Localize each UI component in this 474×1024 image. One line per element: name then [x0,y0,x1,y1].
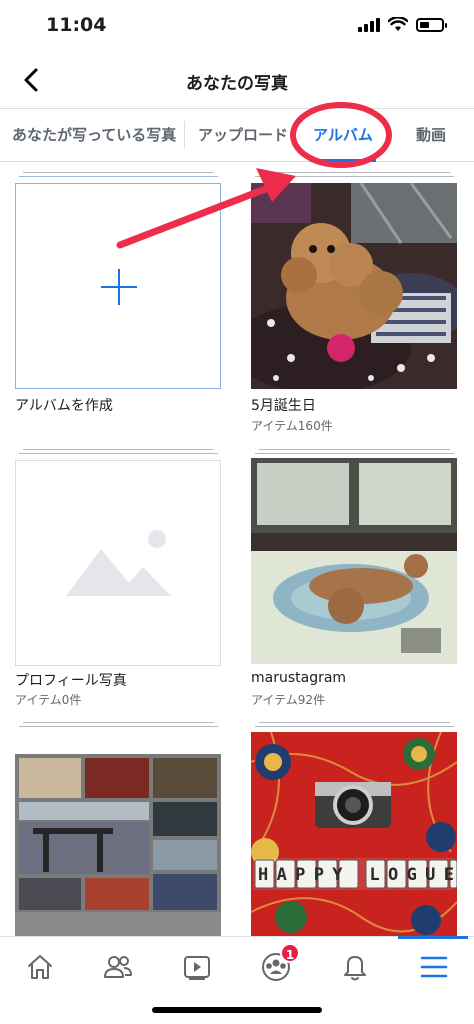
friends-icon [104,956,132,978]
album-create[interactable]: アルバムを作成 [15,172,222,422]
watch-icon [184,956,210,980]
tab-divider [184,121,185,149]
nav-notifications[interactable] [335,947,375,987]
nav-friends[interactable] [98,947,138,987]
album-item[interactable] [15,722,222,937]
album-thumbnail [251,183,457,389]
album-stack-line [23,172,214,173]
album-item-count: アイテム160件 [251,419,333,433]
album-thumbnail [15,183,221,389]
album-thumbnail [251,458,457,664]
photo-collage [15,732,221,937]
album-item[interactable]: プロフィール写真 アイテム0件 [15,449,222,709]
menu-icon [420,956,448,978]
album-stack-line [19,176,218,177]
album-item[interactable]: marustagram アイテム92件 [251,449,458,709]
album-stack-line [255,176,454,177]
nav-menu[interactable] [414,947,454,987]
album-item[interactable]: HAPPY LOGUE [251,722,458,937]
album-item-count: アイテム0件 [15,693,82,707]
album-stack-line [23,449,214,450]
bell-icon [344,956,366,981]
nav-watch[interactable] [177,947,217,987]
album-stack-line [259,722,450,723]
plus-icon [101,269,137,305]
header: あなたの写真 [0,55,474,107]
status-icons [358,17,447,32]
album-stack-line [19,726,218,727]
album-name: marustagram [251,670,347,686]
album-stack-line [259,172,450,173]
dog-photo [251,458,457,664]
wifi-icon [388,17,408,31]
status-bar: 11:04 [0,0,474,50]
battery-icon [416,17,447,32]
home-icon [28,955,52,979]
tab-videos[interactable]: 動画 [416,109,446,161]
nav-active-indicator [398,936,468,939]
album-stack-line [255,453,454,454]
album-stack-line [23,722,214,723]
tab-photos-of-you[interactable]: あなたが写っている写真 [12,109,176,161]
album-thumbnail [15,460,221,666]
status-time: 11:04 [46,14,107,36]
nav-groups[interactable]: 1 [256,943,300,987]
active-tab-indicator [310,159,376,162]
album-item-count: アイテム92件 [251,693,326,707]
tab-albums[interactable]: アルバム [313,109,373,161]
album-stack-line [255,726,454,727]
album-name: アルバムを作成 [15,398,113,414]
cellular-signal-icon [358,17,380,32]
dog-photo [251,183,457,389]
album-stack-line [19,453,218,454]
tab-bar: あなたが写っている写真 アップロード アルバム 動画 [0,108,474,162]
tab-uploads[interactable]: アップロード [198,109,288,161]
album-item[interactable]: 5月誕生日 アイテム160件 [251,172,458,433]
nav-home[interactable] [20,947,60,987]
album-thumbnail [15,732,221,937]
home-indicator [152,1007,322,1013]
notification-badge: 1 [280,943,300,963]
album-name: プロフィール写真 [15,673,127,689]
album-thumbnail: HAPPY LOGUE [251,732,457,937]
camera-photo: HAPPY LOGUE [251,732,457,937]
page-title: あなたの写真 [186,74,288,94]
image-placeholder-icon [66,530,171,596]
album-stack-line [259,449,450,450]
album-name: 5月誕生日 [251,398,316,414]
